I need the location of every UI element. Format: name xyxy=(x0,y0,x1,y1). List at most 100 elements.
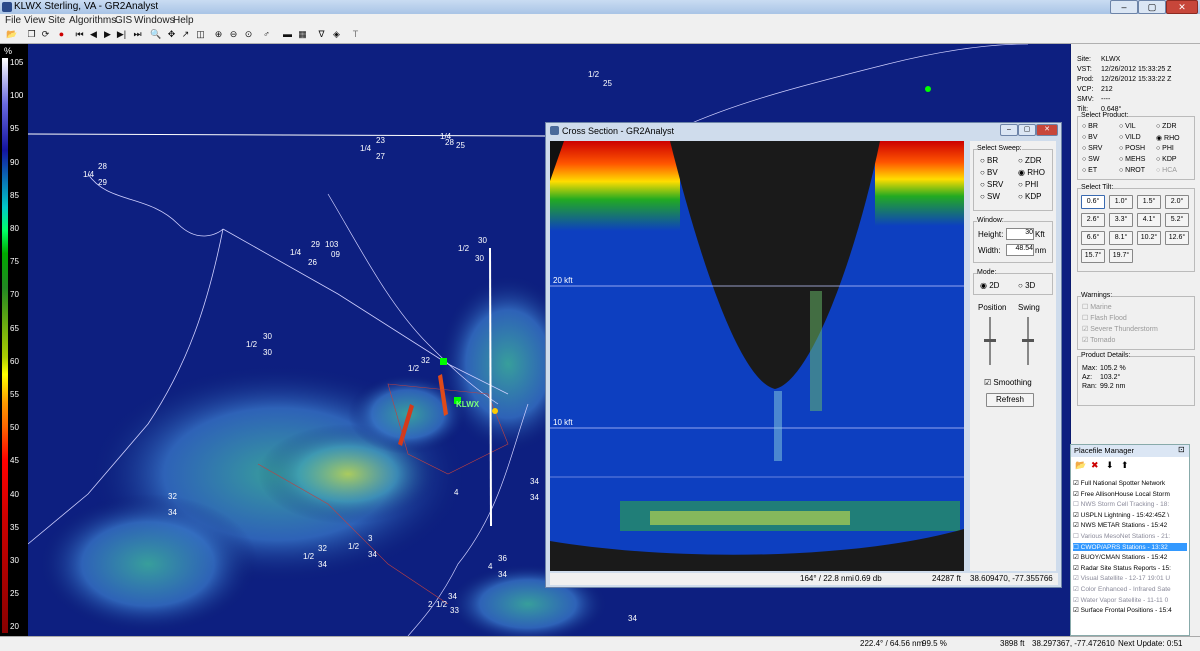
placefile-checkbox[interactable]: ☑ xyxy=(1073,586,1081,593)
menu-site[interactable]: Site xyxy=(48,14,65,27)
product-radio-zdr[interactable]: ○ ZDR xyxy=(1156,123,1177,130)
tilt-button[interactable]: 8.1° xyxy=(1109,231,1133,245)
xs-maximize-button[interactable]: ▢ xyxy=(1018,124,1036,136)
tilt-button[interactable]: 2.0° xyxy=(1165,195,1189,209)
xs-minimize-button[interactable]: – xyxy=(1000,124,1018,136)
placefile-item[interactable]: ☑ Surface Frontal Positions - 15:4 xyxy=(1073,606,1187,614)
placefile-checkbox[interactable]: ☑ xyxy=(1073,597,1081,604)
placefile-checkbox[interactable]: ☑ xyxy=(1073,512,1081,519)
width-input[interactable]: 48.54 xyxy=(1006,244,1034,256)
menu-windows[interactable]: Windows xyxy=(134,14,175,27)
distance-icon[interactable]: ♂ xyxy=(261,29,272,40)
mode-2d-radio[interactable]: ◉ 2D xyxy=(980,281,999,290)
placefile-checkbox[interactable]: ☑ xyxy=(1073,522,1081,529)
storm-relative-icon[interactable]: ∇ xyxy=(316,29,327,40)
diamond-icon[interactable]: ◈ xyxy=(331,29,342,40)
warning-checkbox[interactable]: ☑ Severe Thunderstorm xyxy=(1082,325,1158,333)
xs-close-button[interactable]: ✕ xyxy=(1036,124,1058,136)
remove-placefile-icon[interactable]: ✖ xyxy=(1091,460,1099,471)
placefile-checkbox[interactable]: ☑ xyxy=(1073,554,1081,561)
warning-checkbox[interactable]: ☐ Marine xyxy=(1082,303,1112,311)
sweep-radio-sw[interactable]: ○ SW xyxy=(980,192,1000,201)
menu-view[interactable]: View xyxy=(24,14,46,27)
sweep-radio-br[interactable]: ○ BR xyxy=(980,156,998,165)
placefile-checkbox[interactable]: ☐ xyxy=(1073,533,1081,540)
placefile-checkbox[interactable]: ☑ xyxy=(1073,565,1081,572)
placefile-checkbox[interactable]: ☑ xyxy=(1073,491,1081,498)
refresh-button[interactable]: Refresh xyxy=(986,393,1034,407)
placefile-checkbox[interactable]: ☐ xyxy=(1073,501,1081,508)
zoom-in-icon[interactable]: ⊕ xyxy=(213,29,224,40)
tilt-button[interactable]: 0.6° xyxy=(1081,195,1105,209)
placefile-item[interactable]: ☑ Visual Satellite - 12-17 19:01 U xyxy=(1073,574,1187,582)
product-radio-vild[interactable]: ○ VILD xyxy=(1119,134,1141,141)
copy-icon[interactable]: ❐ xyxy=(26,29,37,40)
placefile-item[interactable]: ☑ Color Enhanced - Infrared Sate xyxy=(1073,585,1187,593)
next-frame-icon[interactable]: ▶| xyxy=(116,29,127,40)
sweep-radio-phi[interactable]: ○ PHI xyxy=(1018,180,1038,189)
maximize-button[interactable]: ▢ xyxy=(1138,0,1166,14)
placefile-item[interactable]: ☑ Free AllisonHouse Local Storm xyxy=(1073,490,1187,498)
tilt-button[interactable]: 5.2° xyxy=(1165,213,1189,227)
product-radio-bv[interactable]: ○ BV xyxy=(1082,134,1098,141)
placefile-item[interactable]: ☑ USPLN Lightning - 15:42:45Z \ xyxy=(1073,511,1187,519)
product-radio-mehs[interactable]: ○ MEHS xyxy=(1119,156,1145,163)
swing-slider-thumb[interactable] xyxy=(1022,339,1034,342)
record-icon[interactable]: ● xyxy=(56,29,67,40)
warning-checkbox[interactable]: ☑ Tornado xyxy=(1082,336,1115,344)
sweep-radio-bv[interactable]: ○ BV xyxy=(980,168,998,177)
split-icon[interactable]: ▬ xyxy=(282,29,293,40)
position-slider-thumb[interactable] xyxy=(984,339,996,342)
placefile-item[interactable]: ☑ Water Vapor Satellite - 11-11 0 xyxy=(1073,596,1187,604)
first-frame-icon[interactable]: ⏮ xyxy=(74,29,85,40)
menu-help[interactable]: Help xyxy=(173,14,194,27)
height-input[interactable]: 30 xyxy=(1006,228,1034,240)
placefile-item[interactable]: ☑ Full National Spotter Network xyxy=(1073,479,1187,487)
placefile-checkbox[interactable]: ☑ xyxy=(1073,480,1081,487)
product-radio-rho[interactable]: ◉ RHO xyxy=(1156,134,1180,142)
prev-frame-icon[interactable]: ◀ xyxy=(88,29,99,40)
minimize-button[interactable]: – xyxy=(1110,0,1138,14)
placefile-item[interactable]: ☑ NWS METAR Stations - 15:42 xyxy=(1073,521,1187,529)
sweep-radio-srv[interactable]: ○ SRV xyxy=(980,180,1003,189)
mode-3d-radio[interactable]: ○ 3D xyxy=(1018,281,1035,290)
product-radio-phi[interactable]: ○ PHI xyxy=(1156,145,1174,152)
product-radio-vil[interactable]: ○ VIL xyxy=(1119,123,1136,130)
sweep-radio-kdp[interactable]: ○ KDP xyxy=(1018,192,1042,201)
cross-section-tool-icon[interactable]: ↗ xyxy=(180,29,191,40)
product-radio-hca[interactable]: ○ HCA xyxy=(1156,167,1177,174)
tilt-button[interactable]: 1.0° xyxy=(1109,195,1133,209)
placefile-checkbox[interactable]: ☑ xyxy=(1073,575,1081,582)
tilt-button[interactable]: 4.1° xyxy=(1137,213,1161,227)
menu-algorithms[interactable]: Algorithms xyxy=(69,14,116,27)
zoom-reset-icon[interactable]: ⊙ xyxy=(243,29,254,40)
tilt-button[interactable]: 12.6° xyxy=(1165,231,1189,245)
smoothing-checkbox[interactable]: ☑ Smoothing xyxy=(984,378,1032,387)
last-frame-icon[interactable]: ⏭ xyxy=(132,29,143,40)
product-radio-et[interactable]: ○ ET xyxy=(1082,167,1097,174)
product-radio-br[interactable]: ○ BR xyxy=(1082,123,1098,130)
placefile-checkbox[interactable]: ☐ xyxy=(1073,544,1081,551)
cross-section-plot[interactable]: 20 kft 10 kft xyxy=(550,141,964,571)
open-icon[interactable]: 📂 xyxy=(6,29,17,40)
move-up-icon[interactable]: ⬆ xyxy=(1121,460,1129,471)
product-radio-sw[interactable]: ○ SW xyxy=(1082,156,1099,163)
grid-icon[interactable]: ▦ xyxy=(297,29,308,40)
volume-icon[interactable]: ◫ xyxy=(195,29,206,40)
placefile-item[interactable]: ☐ CWOP/APRS Stations - 13:32 xyxy=(1073,542,1187,551)
tilt-button[interactable]: 1.5° xyxy=(1137,195,1161,209)
menu-file[interactable]: File xyxy=(5,14,21,27)
move-down-icon[interactable]: ⬇ xyxy=(1106,460,1114,471)
play-icon[interactable]: ▶ xyxy=(102,29,113,40)
warning-checkbox[interactable]: ☐ Flash Flood xyxy=(1082,314,1127,322)
product-radio-kdp[interactable]: ○ KDP xyxy=(1156,156,1177,163)
sweep-radio-rho[interactable]: ◉ RHO xyxy=(1018,168,1045,177)
zoom-icon[interactable]: 🔍 xyxy=(150,29,161,40)
zoom-out-icon[interactable]: ⊖ xyxy=(228,29,239,40)
text-tool-icon[interactable]: T xyxy=(350,29,361,40)
open-placefile-icon[interactable]: 📂 xyxy=(1075,460,1086,471)
product-radio-srv[interactable]: ○ SRV xyxy=(1082,145,1102,152)
tilt-button[interactable]: 3.3° xyxy=(1109,213,1133,227)
placefile-item[interactable]: ☐ NWS Storm Cell Tracking - 18: xyxy=(1073,500,1187,508)
pan-icon[interactable]: ✥ xyxy=(166,29,177,40)
